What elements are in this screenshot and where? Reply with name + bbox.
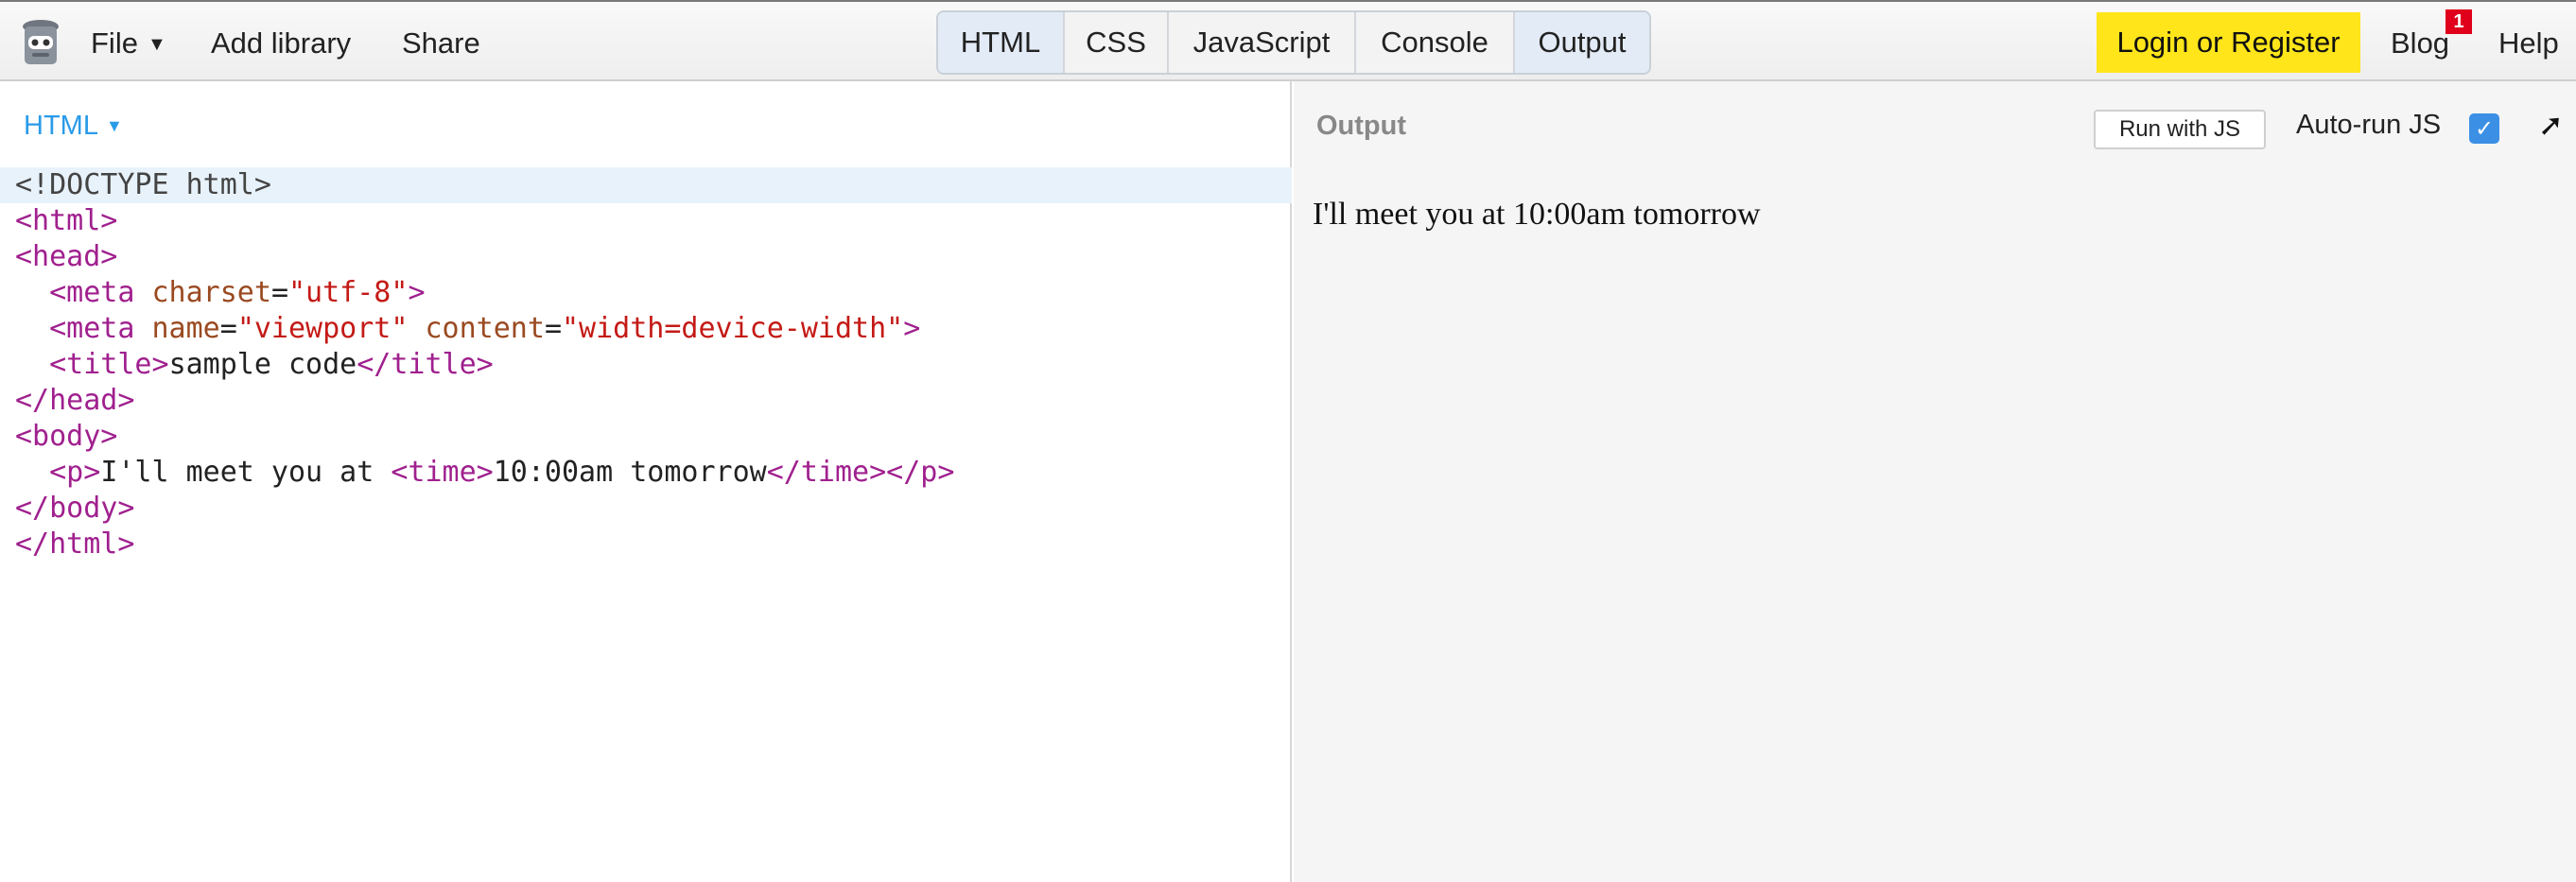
autorun-js-checkbox[interactable]: ✓ xyxy=(2469,113,2499,144)
code-line[interactable]: <p>I'll meet you at <time>10:00am tomorr… xyxy=(0,455,1292,491)
jsbin-logo-icon[interactable] xyxy=(17,17,64,70)
code-token: sample code xyxy=(168,348,357,381)
tab-output[interactable]: Output xyxy=(1515,12,1649,73)
code-token: <meta xyxy=(49,312,152,345)
chevron-down-icon: ▼ xyxy=(105,116,123,135)
code-token: charset xyxy=(151,276,271,309)
code-token: = xyxy=(270,276,288,309)
share-button[interactable]: Share xyxy=(402,26,480,61)
tab-html[interactable]: HTML xyxy=(938,12,1065,73)
blog-link[interactable]: Blog xyxy=(2391,26,2449,61)
checkmark-icon: ✓ xyxy=(2474,115,2495,142)
blog-notification-badge: 1 xyxy=(2445,9,2472,34)
help-link[interactable]: Help xyxy=(2498,26,2559,61)
popout-arrow-icon[interactable]: ➚ xyxy=(2538,107,2564,143)
panel-tabs: HTML CSS JavaScript Console Output xyxy=(936,10,1651,75)
code-line[interactable]: <title>sample code</title> xyxy=(0,347,1292,383)
code-token: </time></p> xyxy=(766,456,955,489)
code-token: <body> xyxy=(15,420,118,453)
autorun-js-label: Auto-run JS xyxy=(2296,110,2442,140)
code-token: > xyxy=(408,276,426,309)
run-with-js-button[interactable]: Run with JS xyxy=(2094,110,2266,149)
code-token: <p> xyxy=(49,456,101,489)
code-token: I'll meet you at xyxy=(100,456,392,489)
top-toolbar: File ▼ Add library Share HTML CSS JavaScr… xyxy=(0,0,2576,81)
code-line[interactable]: <head> xyxy=(0,239,1292,275)
code-token: </title> xyxy=(357,348,494,381)
code-editor[interactable]: <!DOCTYPE html> <html> <head> <meta charse… xyxy=(0,167,1292,562)
code-token: <!DOCTYPE html> xyxy=(15,168,271,201)
code-token: </head> xyxy=(15,384,135,417)
code-token: "utf-8" xyxy=(288,276,409,309)
code-token: "viewport" xyxy=(236,312,409,345)
code-token: = xyxy=(544,312,562,345)
code-token: <title> xyxy=(49,348,169,381)
tab-javascript[interactable]: JavaScript xyxy=(1169,12,1356,73)
code-line[interactable]: <meta charset="utf-8"> xyxy=(0,275,1292,311)
code-token: 10:00am tomorrow xyxy=(493,456,767,489)
code-token: </body> xyxy=(15,492,135,525)
editor-language-label: HTML xyxy=(24,111,98,141)
editor-language-dropdown[interactable]: HTML ▼ xyxy=(24,111,123,142)
tab-console[interactable]: Console xyxy=(1356,12,1515,73)
code-line[interactable]: <body> xyxy=(0,419,1292,455)
code-token: = xyxy=(219,312,237,345)
add-library-button[interactable]: Add library xyxy=(211,26,351,61)
output-result-text: I'll meet you at 10:00am tomorrow xyxy=(1313,197,1761,232)
code-line[interactable]: <!DOCTYPE html> xyxy=(0,167,1292,203)
code-line[interactable]: <html> xyxy=(0,203,1292,239)
code-token: "width=device-width" xyxy=(562,312,904,345)
file-menu-label: File xyxy=(91,26,138,60)
code-token: <head> xyxy=(15,240,118,273)
code-token: </html> xyxy=(15,527,135,561)
file-menu[interactable]: File ▼ xyxy=(91,26,166,61)
code-token: content xyxy=(425,312,545,345)
tab-css[interactable]: CSS xyxy=(1065,12,1169,73)
code-line[interactable]: </head> xyxy=(0,383,1292,419)
code-line[interactable]: </html> xyxy=(0,527,1292,562)
code-token: <meta xyxy=(49,276,152,309)
code-token: <html> xyxy=(15,204,118,237)
code-line[interactable]: </body> xyxy=(0,491,1292,527)
code-token: > xyxy=(903,312,921,345)
code-token: name xyxy=(151,312,220,345)
code-line[interactable]: <meta name="viewport" content="width=dev… xyxy=(0,311,1292,347)
output-panel-title: Output xyxy=(1316,111,1407,141)
login-register-button[interactable]: Login or Register xyxy=(2097,12,2360,73)
code-token: <time> xyxy=(391,456,494,489)
chevron-down-icon: ▼ xyxy=(147,34,166,55)
html-editor-panel: HTML ▼ <!DOCTYPE html> <html> <head> <meta … xyxy=(0,81,1292,882)
output-panel: Output Run with JS Auto-run JS ✓ ➚ I'll … xyxy=(1294,81,2576,882)
